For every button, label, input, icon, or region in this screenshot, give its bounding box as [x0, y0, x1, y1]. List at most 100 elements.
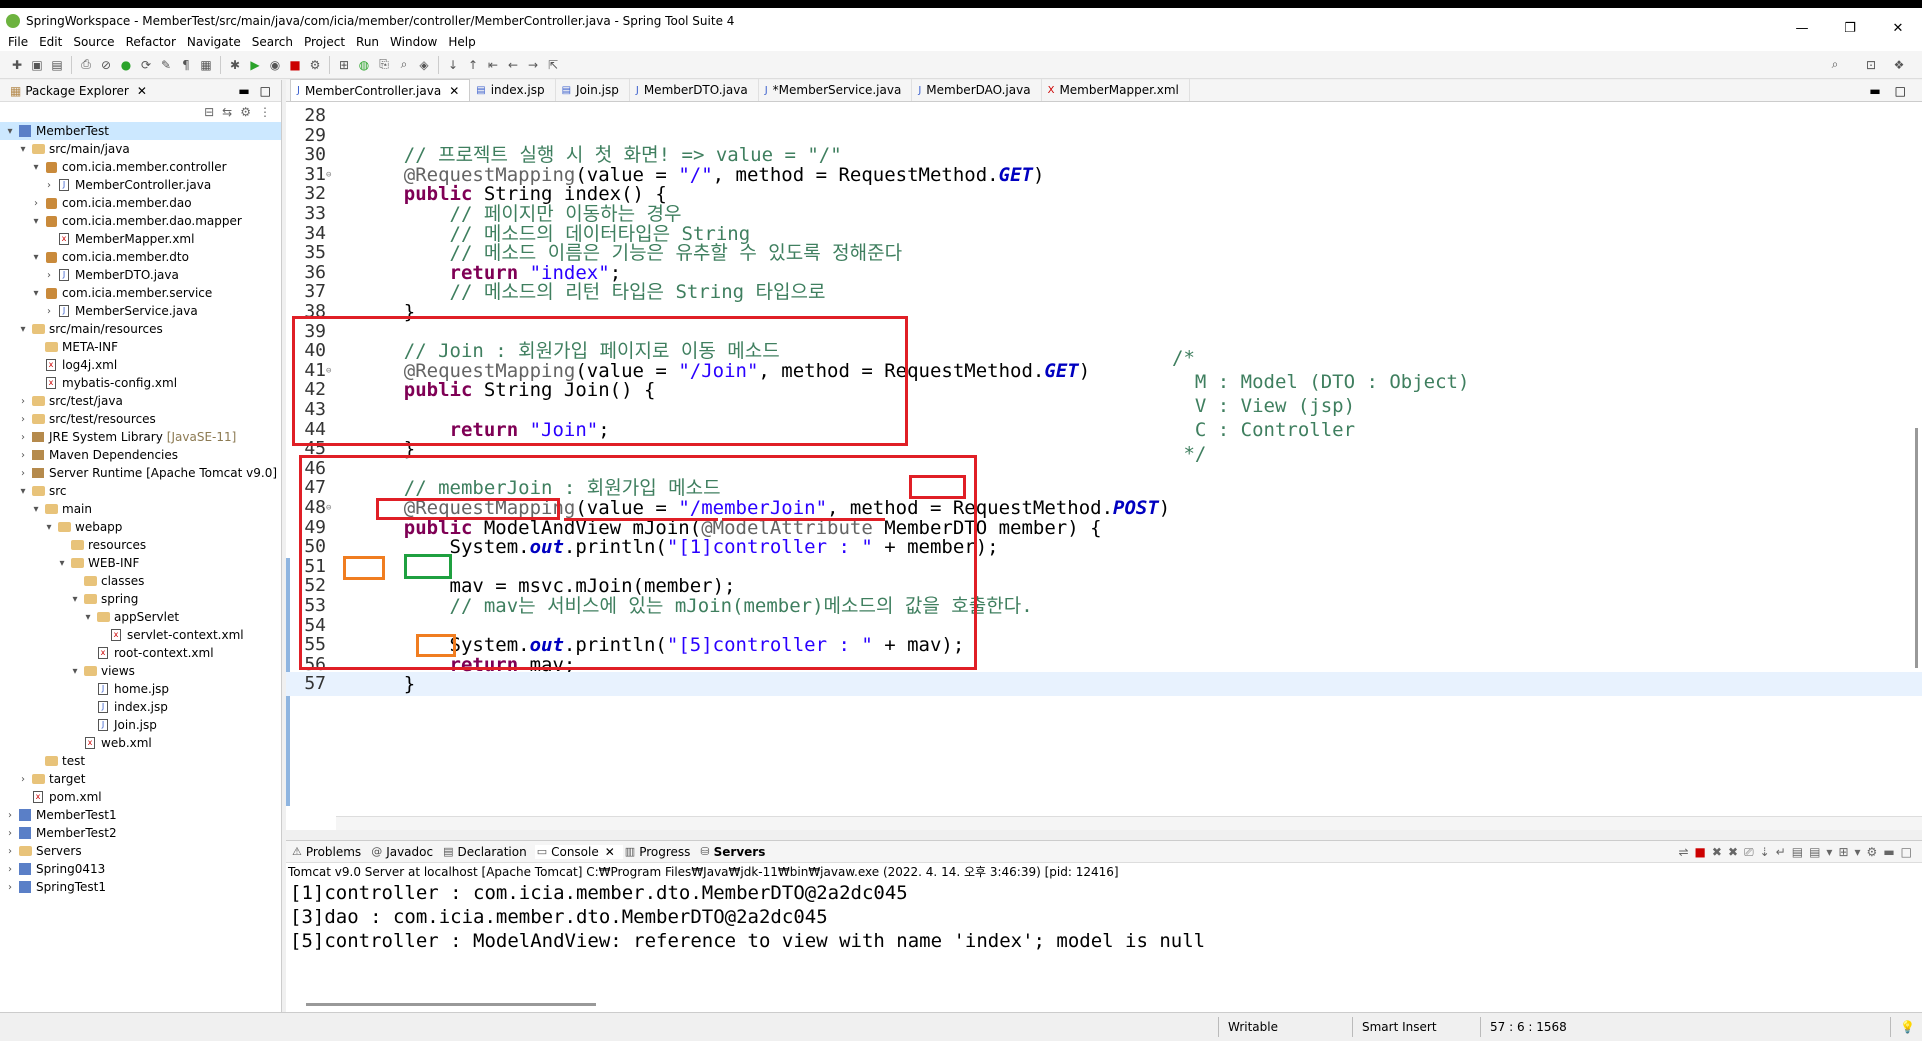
tree-item[interactable]: x mybatis-config.xml: [0, 374, 281, 392]
editor-tab[interactable]: J *MemberService.java: [759, 79, 913, 101]
tree-item[interactable]: ▾ src/main/java: [0, 140, 281, 158]
tree-item[interactable]: x servlet-context.xml: [0, 626, 281, 644]
tree-item[interactable]: ▾ spring: [0, 590, 281, 608]
collapsed-arrow-icon[interactable]: ›: [4, 828, 16, 839]
print-icon[interactable]: ⎙: [77, 56, 95, 74]
new-java-class-icon[interactable]: ◍: [355, 56, 373, 74]
maximize-editor-icon[interactable]: □: [1895, 84, 1906, 98]
collapse-all-icon[interactable]: ⊟: [204, 105, 214, 119]
stop-icon[interactable]: ■: [286, 56, 304, 74]
clear-console-icon[interactable]: ⎚: [1744, 845, 1754, 860]
tree-item[interactable]: ▾ MemberTest: [0, 122, 281, 140]
link-with-editor-icon[interactable]: ⇆: [222, 105, 232, 119]
tree-item[interactable]: ▾ main: [0, 500, 281, 518]
tree-item[interactable]: › MemberTest2: [0, 824, 281, 842]
filter-icon[interactable]: ⚙: [240, 105, 251, 119]
collapsed-arrow-icon[interactable]: ›: [43, 270, 55, 281]
tree-item[interactable]: ▾ com.icia.member.dto: [0, 248, 281, 266]
tree-item[interactable]: › Server Runtime [Apache Tomcat v9.0]: [0, 464, 281, 482]
expanded-arrow-icon[interactable]: ▾: [30, 216, 42, 227]
tree-item[interactable]: › target: [0, 770, 281, 788]
block-selection-icon[interactable]: ▦: [197, 56, 215, 74]
tree-item[interactable]: › J MemberService.java: [0, 302, 281, 320]
collapsed-arrow-icon[interactable]: ›: [4, 810, 16, 821]
menu-navigate[interactable]: Navigate: [187, 35, 241, 49]
back-icon[interactable]: ←: [504, 56, 522, 74]
tree-item[interactable]: META-INF: [0, 338, 281, 356]
open-perspective-icon[interactable]: ⊡: [1862, 56, 1880, 74]
tree-item[interactable]: › src/test/java: [0, 392, 281, 410]
tree-item[interactable]: x MemberMapper.xml: [0, 230, 281, 248]
tree-item[interactable]: › J MemberDTO.java: [0, 266, 281, 284]
tree-item[interactable]: ▾ src: [0, 482, 281, 500]
tree-item[interactable]: J Join.jsp: [0, 716, 281, 734]
show-stderr-icon[interactable]: ▤: [1809, 845, 1820, 860]
word-wrap-console-icon[interactable]: ↵: [1776, 845, 1786, 860]
collapsed-arrow-icon[interactable]: ›: [4, 864, 16, 875]
new-console-icon[interactable]: ⊞: [1838, 845, 1848, 860]
editor-tab[interactable]: J MemberController.java ✕: [290, 79, 471, 101]
terminate-icon[interactable]: ■: [1695, 845, 1706, 860]
run-icon[interactable]: ▶: [246, 56, 264, 74]
tree-item[interactable]: › Spring0413: [0, 860, 281, 878]
search-files-icon[interactable]: ⌕: [395, 56, 413, 74]
tab-console[interactable]: ▭ Console ✕: [534, 844, 623, 859]
close-icon[interactable]: ✕: [137, 84, 147, 98]
tree-item[interactable]: ▾ com.icia.member.controller: [0, 158, 281, 176]
minimize-editor-icon[interactable]: ▬: [1869, 84, 1880, 98]
tree-item[interactable]: › MemberTest1: [0, 806, 281, 824]
display-selected-console-icon[interactable]: ▾: [1855, 845, 1861, 860]
pin-console-icon[interactable]: ⇌: [1678, 845, 1688, 860]
editor-horizontal-scrollbar[interactable]: [336, 816, 1922, 830]
menu-edit[interactable]: Edit: [39, 35, 62, 49]
save-all-icon[interactable]: ▤: [48, 56, 66, 74]
menu-help[interactable]: Help: [448, 35, 475, 49]
debug-icon[interactable]: ✱: [226, 56, 244, 74]
remove-all-icon[interactable]: ✖: [1728, 845, 1738, 860]
skip-breakpoints-icon[interactable]: ⊘: [97, 56, 115, 74]
show-stdout-icon[interactable]: ▤: [1792, 845, 1803, 860]
expanded-arrow-icon[interactable]: ▾: [17, 486, 29, 497]
close-tab-icon[interactable]: ✕: [449, 84, 459, 98]
editor-tab[interactable]: ▤ Join.jsp: [556, 79, 630, 101]
open-type-icon[interactable]: ⎘: [375, 56, 393, 74]
expanded-arrow-icon[interactable]: ▾: [69, 594, 81, 605]
expanded-arrow-icon[interactable]: ▾: [30, 162, 42, 173]
tree-item[interactable]: x root-context.xml: [0, 644, 281, 662]
editor-vertical-scrollbar[interactable]: [1910, 128, 1918, 806]
tab-progress[interactable]: ▥ Progress: [623, 845, 699, 859]
minimize-view-icon[interactable]: ▬: [238, 84, 249, 98]
code-line[interactable]: 57 }: [286, 672, 1922, 697]
collapsed-arrow-icon[interactable]: ›: [4, 882, 16, 893]
collapsed-arrow-icon[interactable]: ›: [17, 396, 29, 407]
view-menu-icon[interactable]: ⋮: [259, 105, 271, 119]
menu-search[interactable]: Search: [252, 35, 293, 49]
collapsed-arrow-icon[interactable]: ›: [17, 774, 29, 785]
menu-window[interactable]: Window: [390, 35, 437, 49]
code-editor[interactable]: 28 29 30 // 프로젝트 실행 시 첫 화면! => value = "/"…: [286, 104, 1922, 806]
new-java-package-icon[interactable]: ⊞: [335, 56, 353, 74]
scroll-thumb[interactable]: [1915, 428, 1918, 668]
previous-annotation-icon[interactable]: ↑: [464, 56, 482, 74]
next-annotation-icon[interactable]: ↓: [444, 56, 462, 74]
menu-project[interactable]: Project: [304, 35, 345, 49]
tree-item[interactable]: ▾ src/main/resources: [0, 320, 281, 338]
menu-source[interactable]: Source: [73, 35, 114, 49]
expanded-arrow-icon[interactable]: ▾: [43, 522, 55, 533]
collapsed-arrow-icon[interactable]: ›: [43, 180, 55, 191]
collapsed-arrow-icon[interactable]: ›: [17, 450, 29, 461]
expanded-arrow-icon[interactable]: ▾: [30, 252, 42, 263]
tab-javadoc[interactable]: @ Javadoc: [369, 845, 441, 859]
tree-item[interactable]: x pom.xml: [0, 788, 281, 806]
menu-run[interactable]: Run: [356, 35, 379, 49]
expanded-arrow-icon[interactable]: ▾: [30, 288, 42, 299]
maximize-view-icon[interactable]: □: [260, 84, 271, 98]
editor-tab[interactable]: X MemberMapper.xml: [1042, 79, 1190, 101]
external-tools-icon[interactable]: ⚙: [306, 56, 324, 74]
search-icon[interactable]: ⌕: [1826, 56, 1844, 74]
tree-item[interactable]: › JRE System Library [JavaSE-11]: [0, 428, 281, 446]
package-explorer-tab[interactable]: ▦ Package Explorer ✕ ▬ □: [0, 80, 281, 102]
refresh-icon[interactable]: ⟳: [137, 56, 155, 74]
boot-dashboard-icon[interactable]: ●: [117, 56, 135, 74]
tree-item[interactable]: x web.xml: [0, 734, 281, 752]
